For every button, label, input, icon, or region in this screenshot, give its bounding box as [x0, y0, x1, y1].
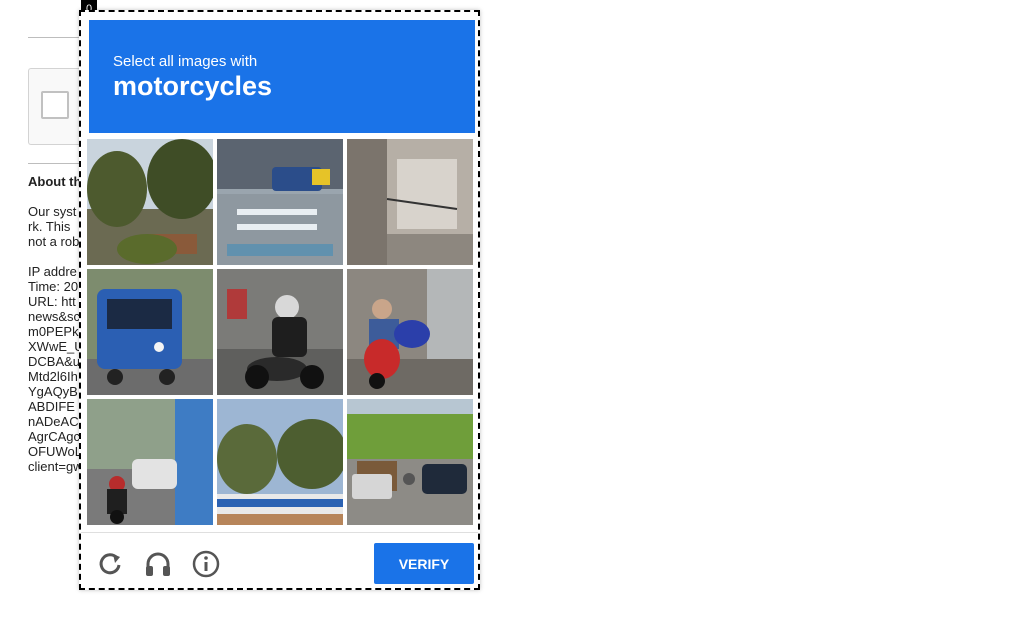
bg-line: URL: htt — [28, 294, 76, 309]
bg-line — [28, 249, 84, 264]
background-text: Our syst rk. This not a rob IP addre Tim… — [28, 204, 84, 474]
bg-line: IP addre — [28, 264, 77, 279]
bg-line: not a rob — [28, 234, 80, 249]
image-tile-4[interactable] — [87, 269, 213, 395]
bg-line: YgAQyB — [28, 384, 78, 399]
bg-line: m0PEPk — [28, 324, 79, 339]
image-tile-8[interactable] — [217, 399, 343, 525]
footer-divider — [81, 532, 478, 533]
reload-icon[interactable] — [95, 549, 125, 579]
info-icon[interactable] — [191, 549, 221, 579]
bg-line: OFUWoL — [28, 444, 82, 459]
recaptcha-checkbox[interactable] — [41, 91, 69, 119]
image-tile-6[interactable] — [347, 269, 473, 395]
image-tile-7[interactable] — [87, 399, 213, 525]
bg-line: news&sc — [28, 309, 81, 324]
bg-line: XWwE_U — [28, 339, 84, 354]
challenge-header: Select all images with motorcycles — [89, 20, 475, 133]
image-tile-1[interactable] — [87, 139, 213, 265]
instruction-text: Select all images with — [113, 53, 258, 70]
audio-headphones-icon[interactable] — [143, 549, 173, 579]
bg-line: Our syst — [28, 204, 77, 219]
bg-line: client=gw — [28, 459, 83, 474]
image-tile-2[interactable] — [217, 139, 343, 265]
bg-line: nADeAC — [28, 414, 79, 429]
bg-line: Mtd2l6Ih — [28, 369, 78, 384]
verify-button[interactable]: VERIFY — [374, 543, 474, 584]
image-tile-9[interactable] — [347, 399, 473, 525]
bg-line: rk. This — [28, 219, 71, 234]
target-object: motorcycles — [113, 71, 273, 101]
about-heading: About th — [28, 174, 82, 189]
bg-line: DCBA&u — [28, 354, 81, 369]
bg-line: ABDIFE — [28, 399, 75, 414]
image-tile-3[interactable] — [347, 139, 473, 265]
captcha-challenge: Select all images with motorcycles VERIF… — [79, 10, 480, 590]
image-tile-5[interactable] — [217, 269, 343, 395]
bg-line: Time: 20 — [28, 279, 79, 294]
bg-line: AgrCAgc — [28, 429, 81, 444]
